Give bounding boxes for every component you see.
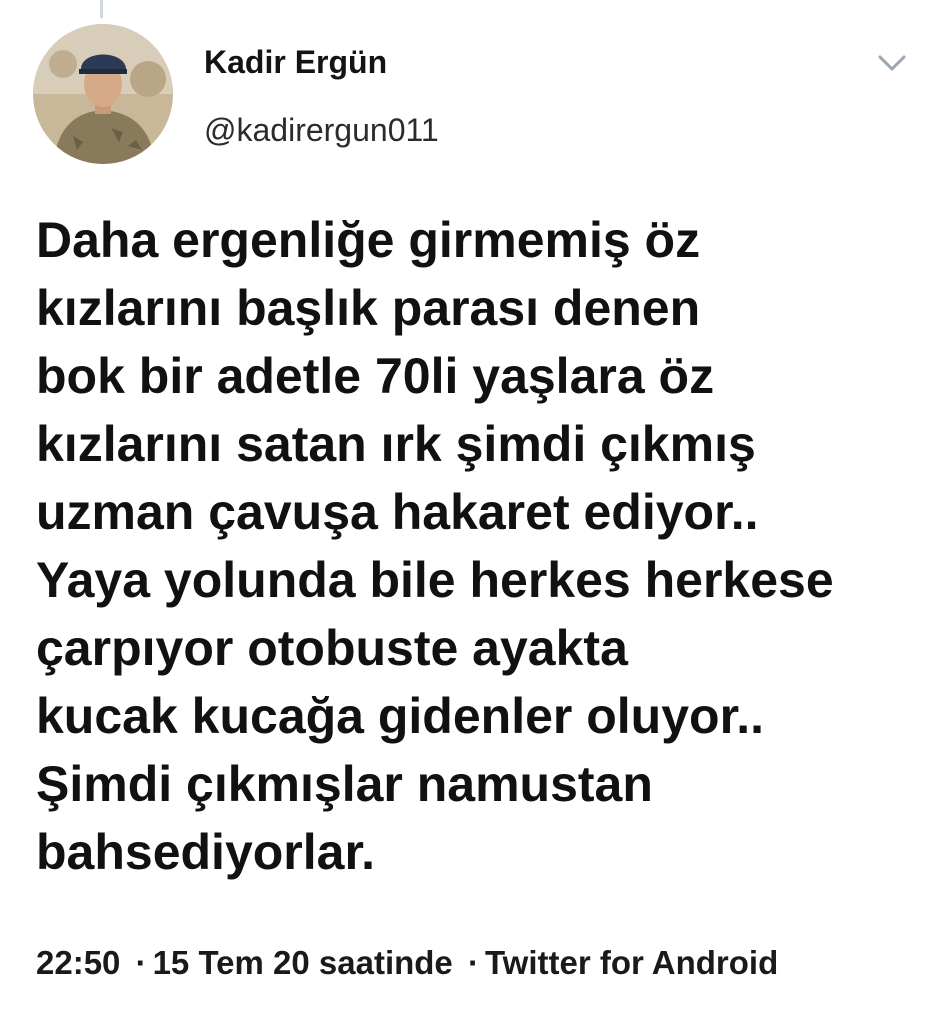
tweet-date[interactable]: 15 Tem 20 saatinde: [153, 944, 453, 981]
tweet-text-line: Yaya yolunda bile herkes herkese: [36, 552, 834, 608]
tweet-text: Daha ergenliğe girmemiş öz kızlarını baş…: [36, 206, 916, 886]
author-display-name[interactable]: Kadir Ergün: [204, 44, 387, 81]
tweet-text-line: bok bir adetle 70li yaşlara öz: [36, 348, 715, 404]
meta-separator: ·: [135, 944, 147, 981]
tweet-text-line: kucak kucağa gidenler oluyor..: [36, 688, 765, 744]
avatar[interactable]: [33, 24, 173, 164]
thread-connector-line: [100, 0, 103, 18]
author-handle[interactable]: @kadirergun011: [204, 112, 439, 149]
meta-separator: ·: [467, 944, 479, 981]
tweet-time[interactable]: 22:50: [36, 944, 120, 981]
tweet-meta: 22:50 · 15 Tem 20 saatinde · Twitter for A…: [36, 944, 778, 982]
tweet-text-line: uzman çavuşa hakaret ediyor..: [36, 484, 759, 540]
tweet-text-line: Şimdi çıkmışlar namustan: [36, 756, 653, 812]
avatar-photo: [33, 24, 173, 164]
tweet-text-line: kızlarını satan ırk şimdi çıkmış: [36, 416, 756, 472]
tweet-source[interactable]: Twitter for Android: [485, 944, 778, 981]
tweet-text-line: çarpıyor otobuste ayakta: [36, 620, 628, 676]
tweet-text-line: bahsediyorlar.: [36, 824, 376, 880]
tweet-text-line: kızlarını başlık parası denen: [36, 280, 701, 336]
tweet-text-line: Daha ergenliğe girmemiş öz: [36, 212, 701, 268]
chevron-down-icon[interactable]: [872, 48, 912, 78]
